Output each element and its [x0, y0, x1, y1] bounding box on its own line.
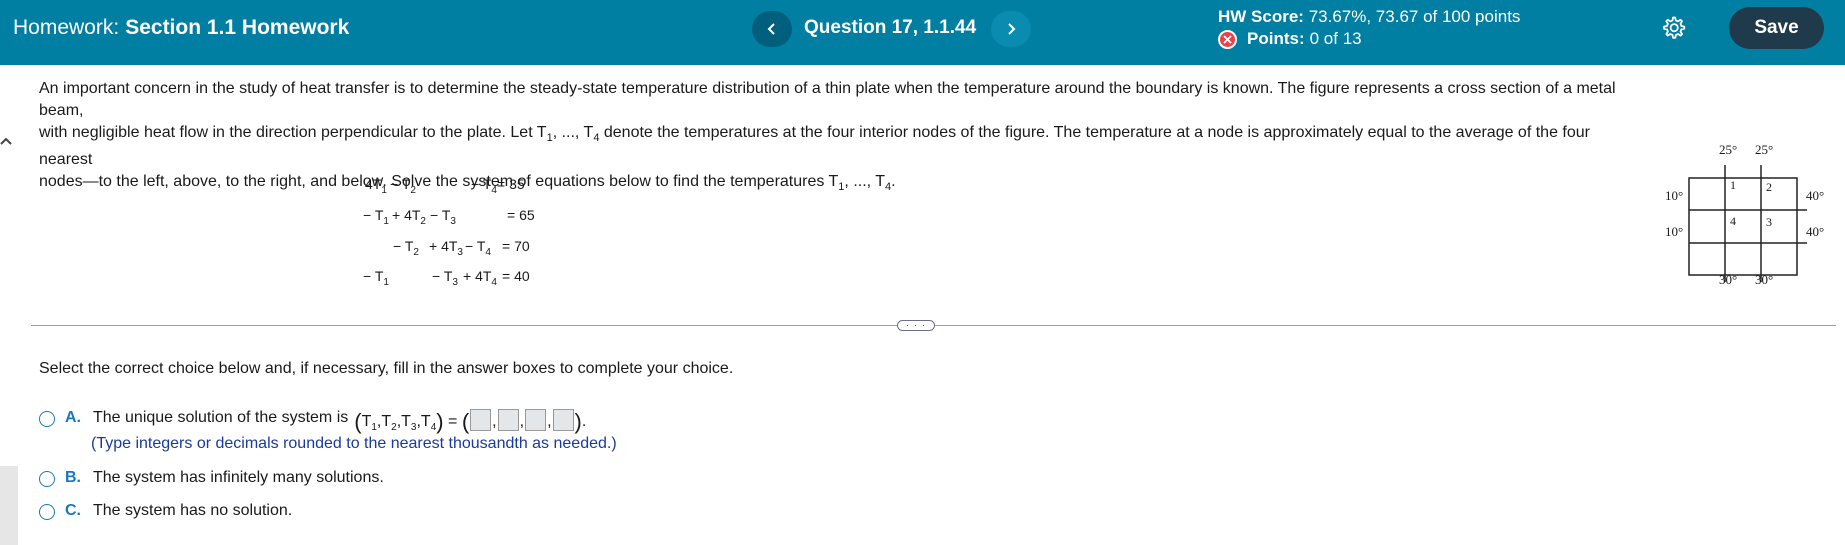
homework-title: Homework: Section 1.1 Homework — [13, 16, 349, 40]
eq3-term-c: − T4 — [465, 238, 491, 258]
node-label-3: 3 — [1766, 215, 1772, 229]
choice-a-hint: (Type integers or decimals rounded to th… — [91, 435, 617, 452]
header-bar: Homework: Section 1.1 Homework Question 1… — [0, 0, 1845, 65]
eq1-term-b: − T2 — [390, 176, 416, 196]
solution-tuple: (T1,T2,T3,T4) = (,,,). — [354, 409, 587, 434]
problem-statement: An important concern in the study of hea… — [39, 78, 1639, 198]
x-circle-icon — [1218, 29, 1237, 49]
node-label-4: 4 — [1730, 214, 1736, 228]
settings-button[interactable] — [1659, 14, 1687, 42]
eq1-term-a: 4T1 — [365, 176, 387, 196]
choice-c-letter: C. — [65, 502, 81, 519]
eq2-term-c: − T3 — [430, 207, 456, 227]
eq3-term-b: + 4T3 — [429, 238, 463, 258]
save-button[interactable]: Save — [1729, 7, 1824, 49]
instructions: Select the correct choice below and, if … — [39, 360, 734, 377]
eq2-rhs: = 65 — [507, 207, 535, 223]
choice-b-radio[interactable] — [39, 471, 55, 487]
eq1-term-c: − T4 — [471, 176, 497, 196]
problem-line-3: nodes—to the left, above, to the right, … — [39, 173, 896, 194]
top-temp-2: 25° — [1755, 142, 1774, 157]
eq4-term-c: + 4T4 — [463, 268, 497, 288]
eq3-rhs: = 70 — [502, 238, 530, 254]
eq4-term-a: − T1 — [363, 268, 389, 288]
choice-a-letter: A. — [65, 409, 81, 426]
answer-box-t2[interactable] — [497, 409, 519, 431]
choice-a-radio[interactable] — [39, 411, 55, 427]
plate-grid — [1688, 165, 1807, 282]
collapse-caret-icon[interactable] — [0, 134, 14, 148]
homework-prefix: Homework: — [13, 16, 120, 39]
hw-score-label: HW Score: — [1218, 7, 1304, 26]
points-label: Points: — [1247, 29, 1305, 48]
right-temp-2: 40° — [1806, 224, 1825, 239]
eq4-rhs: = 40 — [502, 268, 530, 284]
bottom-temp-2: 30° — [1755, 272, 1774, 287]
points: Points: 0 of 13 — [1218, 29, 1362, 49]
choice-b-letter: B. — [65, 469, 81, 486]
left-temp-1: 10° — [1665, 188, 1684, 203]
choice-c-radio[interactable] — [39, 504, 55, 520]
next-question-button[interactable] — [991, 11, 1031, 47]
choice-b[interactable]: B. The system has infinitely many soluti… — [39, 469, 384, 487]
heat-plate-figure: 25° 25° 10° 10° 40° 40° 30° 30° 1 2 3 4 — [1655, 138, 1845, 293]
right-temp-1: 40° — [1806, 188, 1825, 203]
node-label-1: 1 — [1730, 178, 1736, 192]
homework-name: Section 1.1 Homework — [125, 16, 350, 39]
eq4-term-b: − T3 — [432, 268, 458, 288]
more-options-button[interactable]: · · · — [897, 320, 935, 331]
hw-score-value: 73.67%, 73.67 of 100 points — [1308, 7, 1521, 26]
choice-b-text: The system has infinitely many solutions… — [93, 469, 384, 486]
problem-line-2: with negligible heat flow in the directi… — [39, 124, 1590, 169]
question-label: Question 17, 1.1.44 — [804, 17, 977, 38]
choice-a[interactable]: A. The unique solution of the system is … — [39, 409, 586, 435]
points-value: 0 of 13 — [1309, 29, 1362, 48]
node-label-2: 2 — [1766, 180, 1772, 194]
previous-question-button[interactable] — [752, 11, 792, 47]
choice-c-text: The system has no solution. — [93, 502, 293, 519]
eq2-term-b: + 4T2 — [392, 207, 426, 227]
choice-c[interactable]: C. The system has no solution. — [39, 502, 292, 520]
answer-box-t3[interactable] — [525, 409, 547, 431]
bottom-temp-1: 30° — [1719, 272, 1738, 287]
answer-box-t1[interactable] — [470, 409, 492, 431]
hw-score: HW Score: 73.67%, 73.67 of 100 points — [1218, 7, 1520, 27]
eq2-term-a: − T1 — [363, 207, 389, 227]
left-temp-2: 10° — [1665, 224, 1684, 239]
side-panel-strip — [0, 466, 18, 545]
eq1-rhs: = 35 — [497, 176, 525, 192]
problem-line-1: An important concern in the study of hea… — [39, 80, 1616, 119]
chevron-left-icon — [767, 23, 775, 35]
gear-icon — [1663, 16, 1686, 39]
chevron-right-icon — [1008, 23, 1016, 35]
choice-a-text: The unique solution of the system is — [93, 409, 349, 426]
eq3-term-a: − T2 — [393, 238, 419, 258]
top-temp-1: 25° — [1719, 142, 1738, 157]
answer-box-t4[interactable] — [552, 409, 574, 431]
